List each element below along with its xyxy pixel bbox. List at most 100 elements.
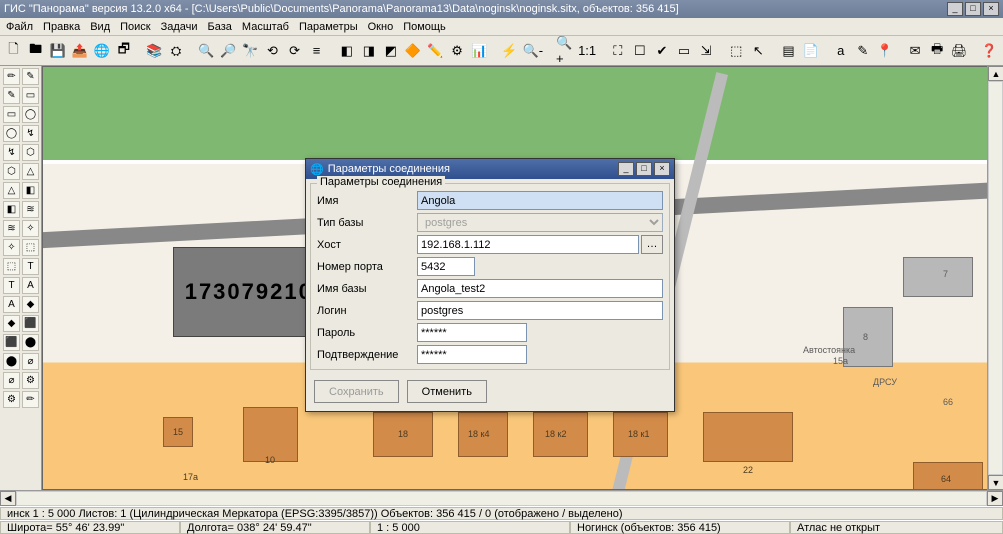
menu-scale[interactable]: Масштаб	[242, 21, 289, 33]
toolbar-button-22[interactable]: 🔍-	[522, 40, 544, 62]
side-tool-11-0[interactable]: T	[3, 277, 20, 294]
toolbar-button-20[interactable]: 📊	[470, 40, 489, 62]
side-tool-1-1[interactable]: ▭	[22, 87, 39, 104]
scroll-track[interactable]	[988, 81, 1003, 475]
side-tool-9-1[interactable]: ⬚	[22, 239, 39, 256]
input-password[interactable]	[417, 323, 527, 342]
input-dbname[interactable]	[417, 279, 663, 298]
side-tool-3-0[interactable]: ◯	[3, 125, 20, 142]
menu-params[interactable]: Параметры	[299, 21, 358, 33]
save-button[interactable]: Сохранить	[314, 380, 399, 403]
menu-file[interactable]: Файл	[6, 21, 33, 33]
horizontal-scrollbar[interactable]: ◀ ▶	[0, 490, 1003, 506]
side-tool-15-1[interactable]: ⌀	[22, 353, 39, 370]
side-tool-11-1[interactable]: A	[22, 277, 39, 294]
toolbar-button-19[interactable]: ⚙	[448, 40, 467, 62]
input-host[interactable]	[417, 235, 639, 254]
toolbar-button-21[interactable]: ⚡	[500, 40, 519, 62]
input-port[interactable]	[417, 257, 475, 276]
side-tool-14-1[interactable]: ⬤	[22, 334, 39, 351]
side-tool-10-1[interactable]: T	[22, 258, 39, 275]
toolbar-button-6[interactable]: 📚	[145, 40, 164, 62]
side-tool-13-0[interactable]: ◆	[3, 315, 20, 332]
toolbar-button-15[interactable]: ◨	[359, 40, 378, 62]
toolbar-button-0[interactable]: 🗋	[4, 40, 23, 62]
side-tool-4-0[interactable]: ↯	[3, 144, 20, 161]
window-close-button[interactable]: ×	[983, 2, 999, 16]
side-tool-3-1[interactable]: ↯	[22, 125, 39, 142]
side-tool-6-0[interactable]: △	[3, 182, 20, 199]
menu-view[interactable]: Вид	[90, 21, 110, 33]
side-tool-0-0[interactable]: ✏	[3, 68, 20, 85]
toolbar-button-5[interactable]: 🗗	[114, 40, 133, 62]
toolbar-button-7[interactable]: ⛭	[167, 40, 186, 62]
scroll-down-button[interactable]: ▼	[988, 475, 1003, 490]
toolbar-button-33[interactable]: 📄	[801, 40, 820, 62]
menu-base[interactable]: База	[208, 21, 232, 33]
scroll-track[interactable]	[16, 491, 987, 506]
toolbar-button-26[interactable]: ☐	[630, 40, 649, 62]
side-tool-4-1[interactable]: ⬡	[22, 144, 39, 161]
side-tool-13-1[interactable]: ⬛	[22, 315, 39, 332]
toolbar-button-9[interactable]: 🔎	[219, 40, 238, 62]
toolbar-button-14[interactable]: ◧	[337, 40, 356, 62]
toolbar-button-23[interactable]: 🔍+	[555, 40, 574, 62]
toolbar-button-10[interactable]: 🔭	[241, 40, 260, 62]
side-tool-14-0[interactable]: ⬛	[3, 334, 20, 351]
side-tool-17-0[interactable]: ⚙	[3, 391, 20, 408]
window-max-button[interactable]: □	[965, 2, 981, 16]
toolbar-button-4[interactable]: 🌐	[92, 40, 111, 62]
toolbar-button-12[interactable]: ⟳	[285, 40, 304, 62]
toolbar-button-11[interactable]: ⟲	[263, 40, 282, 62]
menu-help[interactable]: Помощь	[403, 21, 446, 33]
side-tool-8-0[interactable]: ≋	[3, 220, 20, 237]
toolbar-button-17[interactable]: 🔶	[403, 40, 422, 62]
side-tool-6-1[interactable]: ◧	[22, 182, 39, 199]
toolbar-button-3[interactable]: 📤	[70, 40, 89, 62]
toolbar-button-34[interactable]: a	[831, 40, 850, 62]
dialog-max-button[interactable]: □	[636, 162, 652, 176]
toolbar-button-40[interactable]: ❓	[980, 40, 999, 62]
toolbar-button-35[interactable]: ✎	[853, 40, 872, 62]
side-tool-10-0[interactable]: ⬚	[3, 258, 20, 275]
toolbar-button-27[interactable]: ✔	[652, 40, 671, 62]
browse-host-button[interactable]: …	[641, 235, 663, 254]
dialog-min-button[interactable]: _	[618, 162, 634, 176]
menu-edit[interactable]: Правка	[43, 21, 80, 33]
side-tool-2-0[interactable]: ▭	[3, 106, 20, 123]
toolbar-button-1[interactable]: 🖿	[26, 40, 45, 62]
side-tool-7-0[interactable]: ◧	[3, 201, 20, 218]
toolbar-button-29[interactable]: ⇲	[697, 40, 716, 62]
side-tool-15-0[interactable]: ⬤	[3, 353, 20, 370]
input-confirm[interactable]	[417, 345, 527, 364]
toolbar-button-37[interactable]: ✉	[906, 40, 925, 62]
toolbar-button-32[interactable]: ▤	[779, 40, 798, 62]
toolbar-button-38[interactable]: 🖶	[928, 40, 947, 62]
side-tool-17-1[interactable]: ✏	[22, 391, 39, 408]
toolbar-button-16[interactable]: ◩	[381, 40, 400, 62]
select-dbtype[interactable]: postgres	[417, 213, 663, 232]
window-min-button[interactable]: _	[947, 2, 963, 16]
scroll-right-button[interactable]: ▶	[987, 491, 1003, 506]
toolbar-button-36[interactable]: 📍	[875, 40, 894, 62]
scroll-up-button[interactable]: ▲	[988, 66, 1003, 81]
toolbar-button-25[interactable]: ⛶	[608, 40, 627, 62]
cancel-button[interactable]: Отменить	[407, 380, 487, 403]
side-tool-16-1[interactable]: ⚙	[22, 372, 39, 389]
toolbar-button-31[interactable]: ↖	[749, 40, 768, 62]
toolbar-button-39[interactable]: 🖨	[950, 40, 969, 62]
menu-search[interactable]: Поиск	[120, 21, 150, 33]
input-name[interactable]	[417, 191, 663, 210]
toolbar-button-28[interactable]: ▭	[674, 40, 693, 62]
toolbar-button-18[interactable]: ✏️	[426, 40, 445, 62]
scroll-left-button[interactable]: ◀	[0, 491, 16, 506]
toolbar-button-24[interactable]: 1:1	[577, 40, 597, 62]
dialog-close-button[interactable]: ×	[654, 162, 670, 176]
side-tool-16-0[interactable]: ⌀	[3, 372, 20, 389]
menu-tasks[interactable]: Задачи	[161, 21, 198, 33]
side-tool-9-0[interactable]: ✧	[3, 239, 20, 256]
toolbar-button-13[interactable]: ≡	[307, 40, 326, 62]
side-tool-0-1[interactable]: ✎	[22, 68, 39, 85]
side-tool-12-0[interactable]: A	[3, 296, 20, 313]
toolbar-button-8[interactable]: 🔍	[197, 40, 216, 62]
